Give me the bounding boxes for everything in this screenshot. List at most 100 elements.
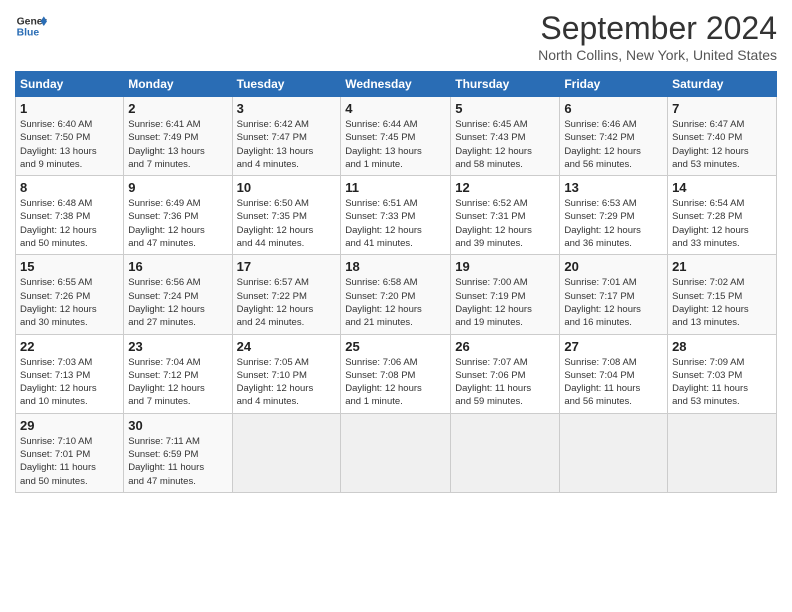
day-info: Sunrise: 6:41 AM Sunset: 7:49 PM Dayligh… bbox=[128, 118, 227, 171]
day-cell: 27 Sunrise: 7:08 AM Sunset: 7:04 PM Dayli… bbox=[560, 334, 668, 413]
day-cell bbox=[668, 413, 777, 492]
day-cell: 16Sunrise: 6:56 AM Sunset: 7:24 PM Dayli… bbox=[124, 255, 232, 334]
day-number: 19 bbox=[455, 259, 555, 274]
day-info: Sunrise: 6:47 AM Sunset: 7:40 PM Dayligh… bbox=[672, 118, 772, 171]
day-info: Sunrise: 6:40 AM Sunset: 7:50 PM Dayligh… bbox=[20, 118, 119, 171]
day-info: Sunrise: 6:51 AM Sunset: 7:33 PM Dayligh… bbox=[345, 197, 446, 250]
title-block: September 2024 North Collins, New York, … bbox=[538, 10, 777, 63]
day-cell: 29 Sunrise: 7:10 AM Sunset: 7:01 PM Dayli… bbox=[16, 413, 124, 492]
logo: General Blue bbox=[15, 10, 47, 42]
day-info: Sunrise: 7:06 AM Sunset: 7:08 PM Dayligh… bbox=[345, 356, 446, 409]
col-header-friday: Friday bbox=[560, 72, 668, 97]
day-number: 21 bbox=[672, 259, 772, 274]
day-info: Sunrise: 7:00 AM Sunset: 7:19 PM Dayligh… bbox=[455, 276, 555, 329]
location: North Collins, New York, United States bbox=[538, 47, 777, 63]
day-cell: 8 Sunrise: 6:48 AM Sunset: 7:38 PM Daylig… bbox=[16, 176, 124, 255]
day-cell: 25 Sunrise: 7:06 AM Sunset: 7:08 PM Dayli… bbox=[341, 334, 451, 413]
day-cell: 26 Sunrise: 7:07 AM Sunset: 7:06 PM Dayli… bbox=[451, 334, 560, 413]
day-info: Sunrise: 7:09 AM Sunset: 7:03 PM Dayligh… bbox=[672, 356, 772, 409]
day-number: 25 bbox=[345, 339, 446, 354]
day-cell: 11 Sunrise: 6:51 AM Sunset: 7:33 PM Dayli… bbox=[341, 176, 451, 255]
col-header-monday: Monday bbox=[124, 72, 232, 97]
day-cell: 9Sunrise: 6:49 AM Sunset: 7:36 PM Daylig… bbox=[124, 176, 232, 255]
day-cell: 7 Sunrise: 6:47 AM Sunset: 7:40 PM Daylig… bbox=[668, 97, 777, 176]
day-number: 15 bbox=[20, 259, 119, 274]
day-number: 12 bbox=[455, 180, 555, 195]
day-info: Sunrise: 6:56 AM Sunset: 7:24 PM Dayligh… bbox=[128, 276, 227, 329]
day-cell: 5 Sunrise: 6:45 AM Sunset: 7:43 PM Daylig… bbox=[451, 97, 560, 176]
day-cell: 4 Sunrise: 6:44 AM Sunset: 7:45 PM Daylig… bbox=[341, 97, 451, 176]
calendar-table: SundayMondayTuesdayWednesdayThursdayFrid… bbox=[15, 71, 777, 493]
day-number: 29 bbox=[20, 418, 119, 433]
day-info: Sunrise: 7:08 AM Sunset: 7:04 PM Dayligh… bbox=[564, 356, 663, 409]
day-number: 6 bbox=[564, 101, 663, 116]
day-cell: 30 Sunrise: 7:11 AM Sunset: 6:59 PM Dayli… bbox=[124, 413, 232, 492]
day-info: Sunrise: 6:54 AM Sunset: 7:28 PM Dayligh… bbox=[672, 197, 772, 250]
day-cell: 3Sunrise: 6:42 AM Sunset: 7:47 PM Daylig… bbox=[232, 97, 341, 176]
month-title: September 2024 bbox=[538, 10, 777, 47]
day-info: Sunrise: 7:10 AM Sunset: 7:01 PM Dayligh… bbox=[20, 435, 119, 488]
col-header-sunday: Sunday bbox=[16, 72, 124, 97]
day-info: Sunrise: 7:07 AM Sunset: 7:06 PM Dayligh… bbox=[455, 356, 555, 409]
svg-text:Blue: Blue bbox=[17, 28, 40, 39]
day-number: 8 bbox=[20, 180, 119, 195]
day-number: 1 bbox=[20, 101, 119, 116]
day-number: 18 bbox=[345, 259, 446, 274]
day-info: Sunrise: 6:52 AM Sunset: 7:31 PM Dayligh… bbox=[455, 197, 555, 250]
day-cell: 22 Sunrise: 7:03 AM Sunset: 7:13 PM Dayli… bbox=[16, 334, 124, 413]
day-info: Sunrise: 6:44 AM Sunset: 7:45 PM Dayligh… bbox=[345, 118, 446, 171]
day-cell bbox=[341, 413, 451, 492]
day-number: 5 bbox=[455, 101, 555, 116]
day-info: Sunrise: 6:48 AM Sunset: 7:38 PM Dayligh… bbox=[20, 197, 119, 250]
day-info: Sunrise: 6:55 AM Sunset: 7:26 PM Dayligh… bbox=[20, 276, 119, 329]
day-cell: 6 Sunrise: 6:46 AM Sunset: 7:42 PM Daylig… bbox=[560, 97, 668, 176]
week-row-5: 29 Sunrise: 7:10 AM Sunset: 7:01 PM Dayli… bbox=[16, 413, 777, 492]
day-number: 20 bbox=[564, 259, 663, 274]
day-number: 28 bbox=[672, 339, 772, 354]
day-number: 7 bbox=[672, 101, 772, 116]
day-number: 2 bbox=[128, 101, 227, 116]
day-number: 17 bbox=[237, 259, 337, 274]
day-info: Sunrise: 6:45 AM Sunset: 7:43 PM Dayligh… bbox=[455, 118, 555, 171]
col-header-saturday: Saturday bbox=[668, 72, 777, 97]
day-number: 11 bbox=[345, 180, 446, 195]
day-cell: 13Sunrise: 6:53 AM Sunset: 7:29 PM Dayli… bbox=[560, 176, 668, 255]
day-number: 22 bbox=[20, 339, 119, 354]
week-row-2: 8 Sunrise: 6:48 AM Sunset: 7:38 PM Daylig… bbox=[16, 176, 777, 255]
logo-icon: General Blue bbox=[15, 10, 47, 42]
day-cell: 24Sunrise: 7:05 AM Sunset: 7:10 PM Dayli… bbox=[232, 334, 341, 413]
day-info: Sunrise: 7:04 AM Sunset: 7:12 PM Dayligh… bbox=[128, 356, 227, 409]
day-number: 10 bbox=[237, 180, 337, 195]
day-number: 30 bbox=[128, 418, 227, 433]
day-cell: 21Sunrise: 7:02 AM Sunset: 7:15 PM Dayli… bbox=[668, 255, 777, 334]
day-cell: 28 Sunrise: 7:09 AM Sunset: 7:03 PM Dayli… bbox=[668, 334, 777, 413]
day-info: Sunrise: 6:50 AM Sunset: 7:35 PM Dayligh… bbox=[237, 197, 337, 250]
day-number: 4 bbox=[345, 101, 446, 116]
col-header-wednesday: Wednesday bbox=[341, 72, 451, 97]
day-info: Sunrise: 6:42 AM Sunset: 7:47 PM Dayligh… bbox=[237, 118, 337, 171]
week-row-3: 15 Sunrise: 6:55 AM Sunset: 7:26 PM Dayli… bbox=[16, 255, 777, 334]
day-cell bbox=[560, 413, 668, 492]
day-cell: 15 Sunrise: 6:55 AM Sunset: 7:26 PM Dayli… bbox=[16, 255, 124, 334]
day-cell bbox=[451, 413, 560, 492]
day-info: Sunrise: 7:11 AM Sunset: 6:59 PM Dayligh… bbox=[128, 435, 227, 488]
header-row: SundayMondayTuesdayWednesdayThursdayFrid… bbox=[16, 72, 777, 97]
col-header-tuesday: Tuesday bbox=[232, 72, 341, 97]
day-cell: 10 Sunrise: 6:50 AM Sunset: 7:35 PM Dayli… bbox=[232, 176, 341, 255]
day-info: Sunrise: 7:01 AM Sunset: 7:17 PM Dayligh… bbox=[564, 276, 663, 329]
day-number: 26 bbox=[455, 339, 555, 354]
day-cell: 1 Sunrise: 6:40 AM Sunset: 7:50 PM Daylig… bbox=[16, 97, 124, 176]
day-info: Sunrise: 7:03 AM Sunset: 7:13 PM Dayligh… bbox=[20, 356, 119, 409]
col-header-thursday: Thursday bbox=[451, 72, 560, 97]
day-number: 23 bbox=[128, 339, 227, 354]
day-cell: 2 Sunrise: 6:41 AM Sunset: 7:49 PM Daylig… bbox=[124, 97, 232, 176]
day-cell: 20 Sunrise: 7:01 AM Sunset: 7:17 PM Dayli… bbox=[560, 255, 668, 334]
day-number: 27 bbox=[564, 339, 663, 354]
week-row-1: 1 Sunrise: 6:40 AM Sunset: 7:50 PM Daylig… bbox=[16, 97, 777, 176]
day-cell: 14Sunrise: 6:54 AM Sunset: 7:28 PM Dayli… bbox=[668, 176, 777, 255]
day-cell: 19 Sunrise: 7:00 AM Sunset: 7:19 PM Dayli… bbox=[451, 255, 560, 334]
day-cell: 12 Sunrise: 6:52 AM Sunset: 7:31 PM Dayli… bbox=[451, 176, 560, 255]
day-number: 13 bbox=[564, 180, 663, 195]
day-info: Sunrise: 6:49 AM Sunset: 7:36 PM Dayligh… bbox=[128, 197, 227, 250]
day-info: Sunrise: 6:46 AM Sunset: 7:42 PM Dayligh… bbox=[564, 118, 663, 171]
